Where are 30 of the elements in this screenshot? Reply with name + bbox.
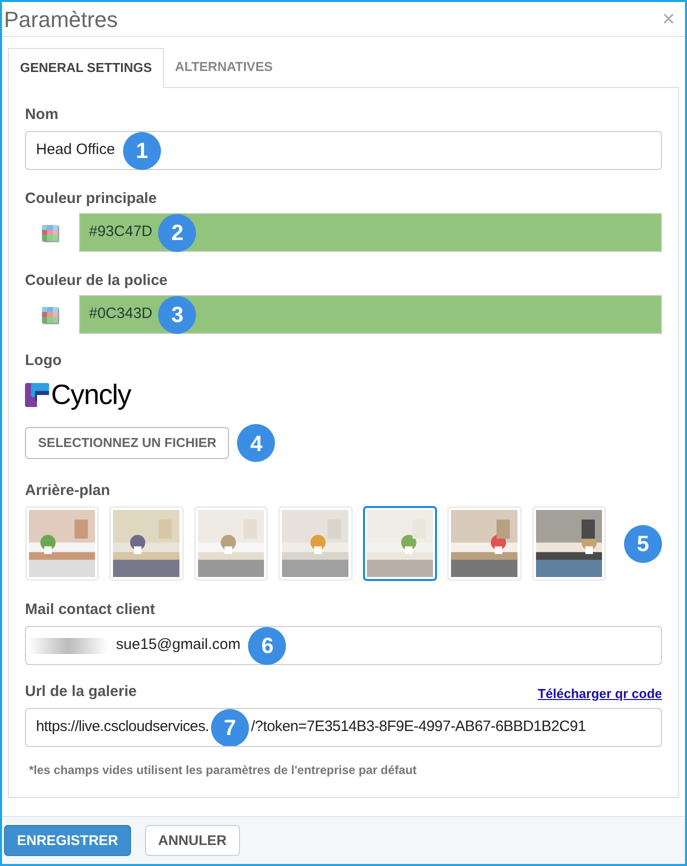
download-qr-code-link[interactable]: Télécharger qr code	[538, 684, 662, 703]
url-field[interactable]: https://live.cscloudservices. 7 /?token=7E3514B3-8F9E-4997-AB67-6BBD1B2C91	[25, 708, 662, 747]
logo: Cyncly	[25, 380, 662, 410]
callout-number: 2	[158, 214, 196, 252]
callout-number: 1	[122, 132, 161, 170]
color-field[interactable]: #93C47D 2	[79, 213, 662, 252]
email-field[interactable]: sue15@gmail.com 6	[25, 626, 662, 665]
color-palette-icon[interactable]	[42, 224, 58, 240]
callout-number: 6	[248, 626, 286, 664]
color-field[interactable]: #0C343D 3	[79, 295, 662, 334]
select-file-button[interactable]: SELECTIONNEZ UN FICHIER	[25, 427, 230, 459]
field-label: Mail contact client	[25, 600, 156, 620]
field-label: Couleur principale	[25, 189, 158, 209]
callout-number: 5	[624, 524, 662, 562]
callout-number: 3	[158, 296, 196, 334]
footnote: *les champs vides utilisent les paramètres de l'entreprise par défaut	[29, 762, 418, 779]
field-label: Url de la galerie	[25, 682, 137, 702]
field-label: Couleur de la police	[25, 271, 169, 291]
field-label: Logo	[25, 351, 63, 371]
cancel-button[interactable]: ANNULER	[145, 825, 240, 856]
color-palette-icon[interactable]	[42, 306, 58, 322]
tab[interactable]: ALTERNATIVES	[164, 47, 284, 87]
callout-number: 7	[211, 709, 250, 746]
tab[interactable]: GENERAL SETTINGS	[8, 48, 164, 88]
field-label: Arrière-plan	[25, 481, 112, 501]
callout-number: 4	[237, 424, 276, 462]
field-label: Nom	[25, 105, 60, 125]
thumbnail[interactable]	[362, 506, 438, 581]
window-title: Paramètres	[4, 6, 118, 34]
text-field[interactable]: Head Office 1	[25, 131, 662, 170]
